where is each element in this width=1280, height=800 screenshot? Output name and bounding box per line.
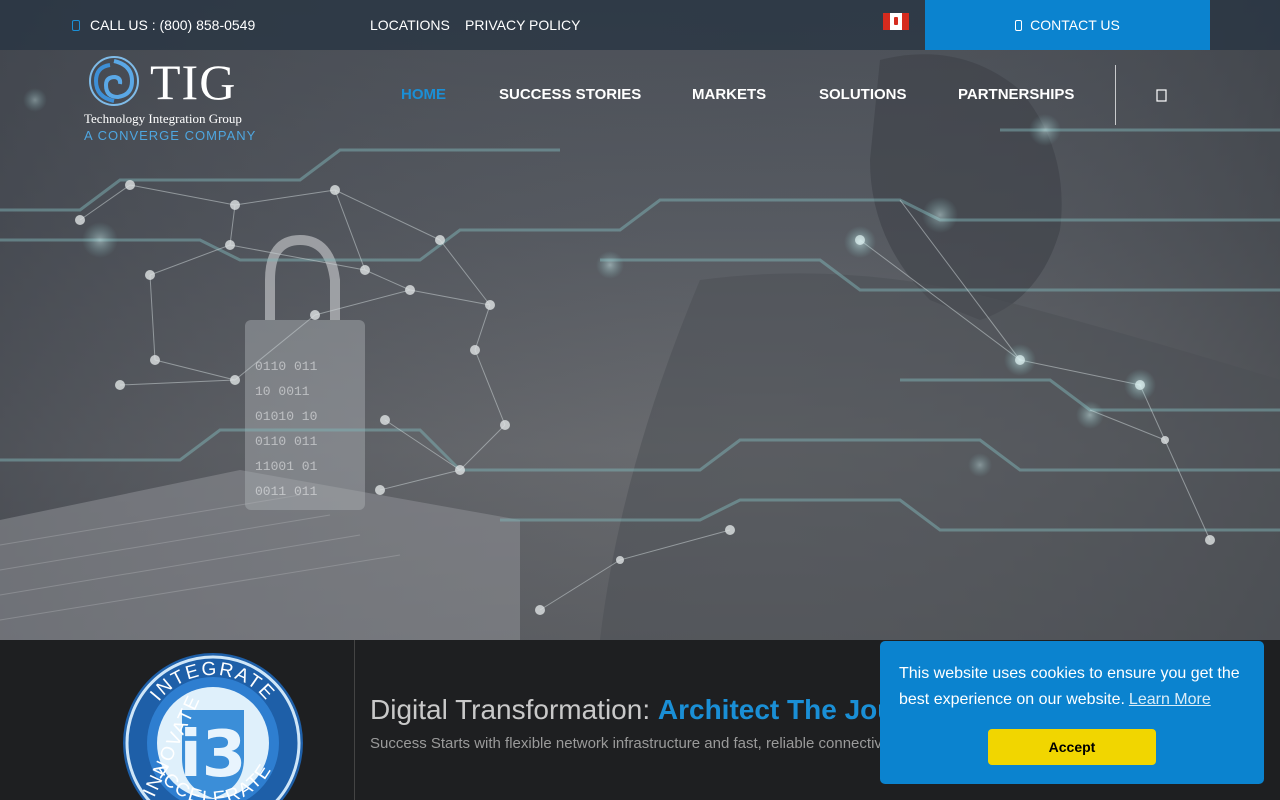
hero-banner: 0110 011 10 0011 01010 10 0110 011 11001 0… (0, 0, 1280, 640)
cookie-message: This website uses cookies to ensure you … (899, 661, 1249, 713)
svg-text:01010 10: 01010 10 (255, 409, 317, 424)
band-divider (354, 640, 355, 800)
svg-text:10 0011: 10 0011 (255, 384, 310, 399)
svg-text:11001 01: 11001 01 (255, 459, 318, 474)
swirl-logo-icon (89, 56, 139, 106)
svg-text:0110 011: 0110 011 (255, 359, 318, 374)
feature-subline: Success Starts with flexible network inf… (370, 735, 897, 752)
phone-icon (1015, 19, 1023, 31)
phone-icon (72, 20, 80, 31)
privacy-policy-link[interactable]: PRIVACY POLICY (465, 17, 580, 33)
logo-mark: TIG (150, 54, 237, 110)
nav-item-solutions[interactable]: SOLUTIONS (819, 86, 907, 103)
headline-prefix: Digital Transformation: (370, 694, 658, 725)
nav-divider (1115, 65, 1116, 125)
i3-badge-icon: i3 INTEGRATE ACCELERATE INNOVATE (123, 653, 303, 800)
nav-item-markets[interactable]: MARKETS (692, 86, 766, 103)
nav-item-partnerships[interactable]: PARTNERSHIPS (958, 86, 1074, 103)
contact-us-label: CONTACT US (1030, 17, 1120, 33)
nav-item-success-stories[interactable]: SUCCESS STORIES (499, 86, 641, 103)
logo-tagline: A CONVERGE COMPANY (84, 128, 257, 143)
phone-link[interactable]: CALL US : (800) 858-0549 (72, 17, 255, 33)
cookie-consent-banner: This website uses cookies to ensure you … (880, 641, 1264, 784)
top-bar: CALL US : (800) 858-0549 LOCATIONS PRIVA… (0, 0, 1280, 50)
feature-headline: Digital Transformation: Architect The Jo… (370, 694, 954, 726)
search-icon[interactable] (1155, 88, 1169, 102)
contact-us-button[interactable]: CONTACT US (925, 0, 1210, 50)
canada-flag-icon[interactable] (883, 13, 909, 30)
cookie-learn-more-link[interactable]: Learn More (1129, 691, 1211, 708)
nav-item-home[interactable]: HOME (401, 86, 446, 103)
i3-badge: i3 INTEGRATE ACCELERATE INNOVATE (120, 648, 306, 800)
phone-text: CALL US : (800) 858-0549 (90, 17, 256, 33)
cookie-accept-button[interactable]: Accept (988, 729, 1156, 765)
svg-text:0011 011: 0011 011 (255, 484, 318, 499)
tig-logo[interactable]: TIG Technology Integration Group A CONVE… (84, 54, 274, 147)
svg-text:0110 011: 0110 011 (255, 434, 318, 449)
locations-link[interactable]: LOCATIONS (370, 17, 450, 33)
logo-company-name: Technology Integration Group (84, 111, 242, 126)
